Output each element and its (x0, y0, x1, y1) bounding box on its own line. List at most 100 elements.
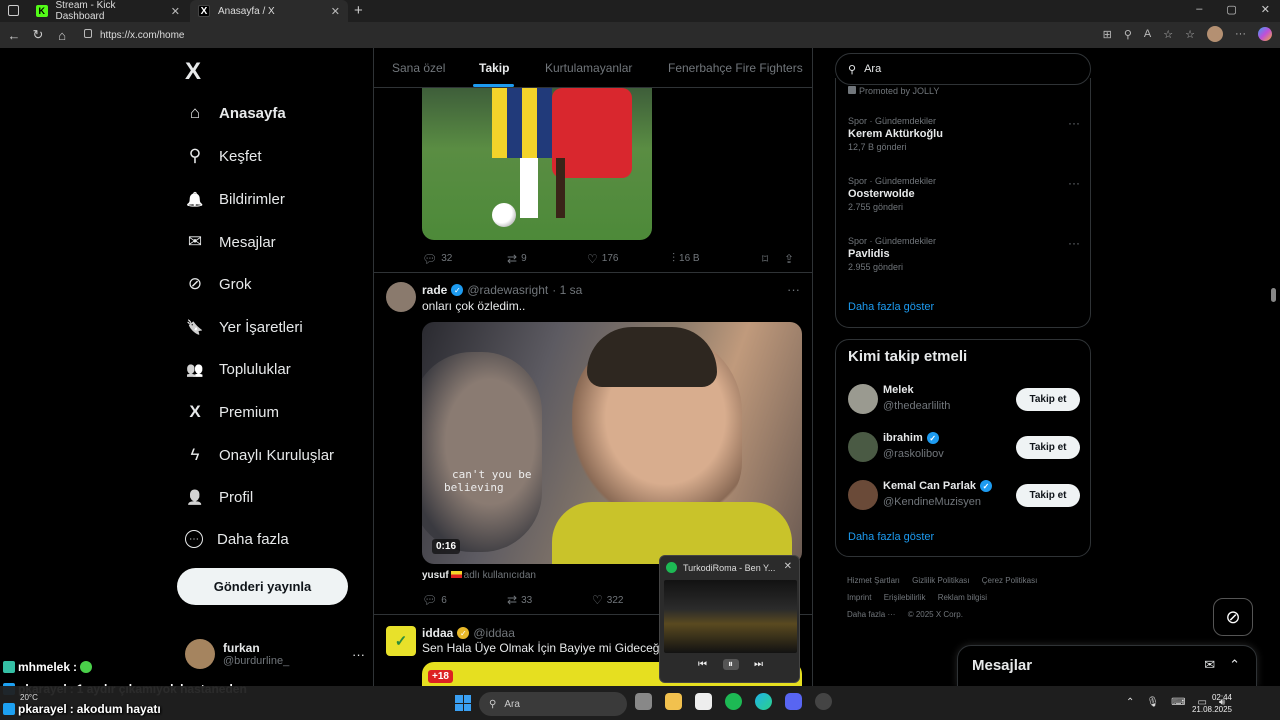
nav-item-more[interactable]: ⋯ Daha fazla (185, 530, 289, 548)
trend-more-icon[interactable]: ··· (1068, 176, 1080, 190)
obs-icon[interactable] (815, 693, 832, 710)
trend-more-icon[interactable]: ··· (1068, 236, 1080, 250)
like-button[interactable]: ♡ 322 (592, 593, 623, 607)
start-button-icon[interactable] (455, 695, 471, 711)
who-to-follow-show-more-link[interactable]: Daha fazla göster (848, 531, 934, 543)
author-handle[interactable]: @iddaa (473, 626, 515, 640)
browser-tab-kick[interactable]: K Stream - Kick Dashboard ✕ (28, 0, 188, 22)
footer-link[interactable]: Imprint (847, 593, 871, 602)
repost-button[interactable]: ⇄ 9 (507, 252, 587, 266)
footer-more-link[interactable]: Daha fazla ··· (847, 610, 895, 619)
minimize-icon[interactable]: – (1196, 3, 1202, 16)
footer-link[interactable]: Çerez Politikası (982, 576, 1038, 585)
post-image[interactable] (422, 88, 652, 240)
footer-link[interactable]: Hizmet Şartları (847, 576, 900, 585)
trend-more-icon[interactable]: ··· (1068, 116, 1080, 130)
follow-button[interactable]: Takip et (1016, 388, 1080, 411)
follow-suggestion[interactable]: Kemal Can Parlak ✓ @KendineMuzisyen Takip… (848, 480, 1080, 512)
nav-item-premium[interactable]: X Premium (185, 402, 279, 422)
tab-list-kurtulamayanlar[interactable]: Kurtulamayanlar (545, 61, 632, 75)
avatar[interactable] (386, 282, 416, 312)
footer-link[interactable]: Erişilebilirlik (884, 593, 926, 602)
read-aloud-icon[interactable]: A (1144, 28, 1151, 40)
trend-item[interactable]: Spor · Gündemdekiler Kerem Aktürkoğlu 12… (848, 116, 1080, 152)
zoom-icon[interactable]: ⚲ (1124, 28, 1132, 41)
follow-button[interactable]: Takip et (1016, 436, 1080, 459)
author-handle[interactable]: @radewasright (467, 283, 548, 297)
repost-button[interactable]: ⇄ 33 (507, 593, 592, 607)
trends-show-more-link[interactable]: Daha fazla göster (848, 301, 934, 313)
weather-widget[interactable]: 20°C (20, 693, 38, 702)
tab-actions-icon[interactable] (8, 5, 19, 16)
grok-floating-button[interactable]: ⊘ (1213, 598, 1253, 636)
close-icon[interactable]: ✕ (784, 561, 792, 572)
account-more-icon[interactable]: ··· (352, 647, 365, 662)
nav-item-home[interactable]: ⌂ Anasayfa (185, 103, 286, 123)
views-button[interactable]: ⫶ 16 B (672, 251, 762, 266)
home-icon[interactable]: ⌂ (50, 28, 74, 43)
nav-item-bookmarks[interactable]: 🔖 Yer İşaretleri (185, 317, 302, 337)
author-name[interactable]: iddaa (422, 626, 453, 640)
x-logo-icon[interactable]: X (185, 58, 201, 86)
close-window-icon[interactable]: ✕ (1261, 3, 1270, 16)
app-icon[interactable]: ⊞ (1103, 28, 1112, 41)
nav-item-communities[interactable]: 👥 Topluluklar (185, 359, 290, 379)
pause-icon[interactable]: ⏸ (722, 659, 739, 670)
spotify-taskbar-icon[interactable] (725, 693, 742, 710)
post-video[interactable]: can't you be believing 0:16 (422, 322, 802, 564)
profile-avatar-icon[interactable] (1207, 26, 1223, 42)
reply-button[interactable]: 💬︎ 32 (422, 252, 507, 266)
url-field[interactable]: https://x.com/home (80, 25, 1280, 45)
previous-track-icon[interactable]: ⏮ (695, 659, 711, 670)
close-tab-icon[interactable]: ✕ (171, 5, 180, 18)
page-scrollbar[interactable] (1271, 288, 1276, 302)
store-icon[interactable] (695, 693, 712, 710)
back-icon[interactable]: ← (2, 28, 26, 43)
footer-link[interactable]: Gizlilik Politikası (912, 576, 969, 585)
new-tab-button[interactable]: + (354, 2, 363, 19)
footer-link[interactable]: Reklam bilgisi (938, 593, 987, 602)
follow-suggestion[interactable]: ibrahim ✓ @raskolibov Takip et (848, 432, 1080, 464)
nav-item-grok[interactable]: ⊘ Grok (185, 274, 252, 294)
nav-item-explore[interactable]: ⚲ Keşfet (185, 146, 262, 166)
microphone-icon[interactable]: 🎙︎ (1146, 697, 1159, 708)
taskbar-clock[interactable]: 02:44 21.08.2025 (1192, 692, 1232, 716)
favorites-icon[interactable]: ☆ (1185, 28, 1195, 41)
new-message-icon[interactable]: ✉ (1204, 657, 1215, 673)
tab-list-fenerbahce[interactable]: Fenerbahçe Fire Fighters (668, 61, 803, 75)
menu-dots-icon[interactable]: ··· (1235, 28, 1246, 40)
next-track-icon[interactable]: ⏭ (751, 659, 767, 670)
post-time[interactable]: · 1 sa (552, 283, 582, 297)
tab-following[interactable]: Takip (479, 61, 509, 75)
reply-button[interactable]: 💬︎ 6 (422, 593, 507, 607)
copilot-icon[interactable] (1258, 27, 1272, 41)
edge-icon[interactable] (755, 693, 772, 710)
share-button[interactable]: ⇪ (784, 252, 794, 266)
messages-drawer[interactable]: Mesajlar ✉ ⌃ (957, 645, 1257, 686)
browser-tab-x[interactable]: X Anasayfa / X ✕ (190, 0, 348, 22)
follow-suggestion[interactable]: Melek @thedearlilith Takip et (848, 384, 1080, 416)
follow-button[interactable]: Takip et (1016, 484, 1080, 507)
tagged-user-name[interactable]: yusuf (422, 570, 449, 581)
discord-icon[interactable] (785, 693, 802, 710)
bookmark-button[interactable]: ⌑ (762, 252, 784, 266)
trend-item[interactable]: Spor · Gündemdekiler Oosterwolde 2.755 g… (848, 176, 1080, 212)
account-switcher[interactable]: furkan @burdurline_ ··· (185, 636, 365, 672)
taskbar-search[interactable]: ⚲ Ara (479, 692, 627, 716)
refresh-icon[interactable]: ↻ (26, 27, 50, 43)
favorite-star-icon[interactable]: ☆ (1163, 28, 1173, 41)
tab-for-you[interactable]: Sana özel (392, 61, 445, 75)
post-button[interactable]: Gönderi yayınla (177, 568, 348, 605)
close-tab-icon[interactable]: ✕ (331, 5, 340, 18)
expand-icon[interactable]: ⌃ (1229, 657, 1240, 673)
maximize-icon[interactable]: ▢ (1226, 3, 1236, 16)
author-name[interactable]: rade (422, 283, 447, 297)
keyboard-icon[interactable]: ⌨ (1171, 697, 1185, 708)
nav-item-profile[interactable]: 👤 Profil (185, 487, 253, 507)
avatar[interactable]: ✓ (386, 626, 416, 656)
post-more-icon[interactable]: ··· (787, 282, 800, 297)
nav-item-messages[interactable]: ✉ Mesajlar (185, 232, 276, 252)
like-button[interactable]: ♡ 176 (587, 252, 672, 266)
tray-overflow-icon[interactable]: ⌃ (1126, 697, 1134, 708)
file-explorer-icon[interactable] (665, 693, 682, 710)
